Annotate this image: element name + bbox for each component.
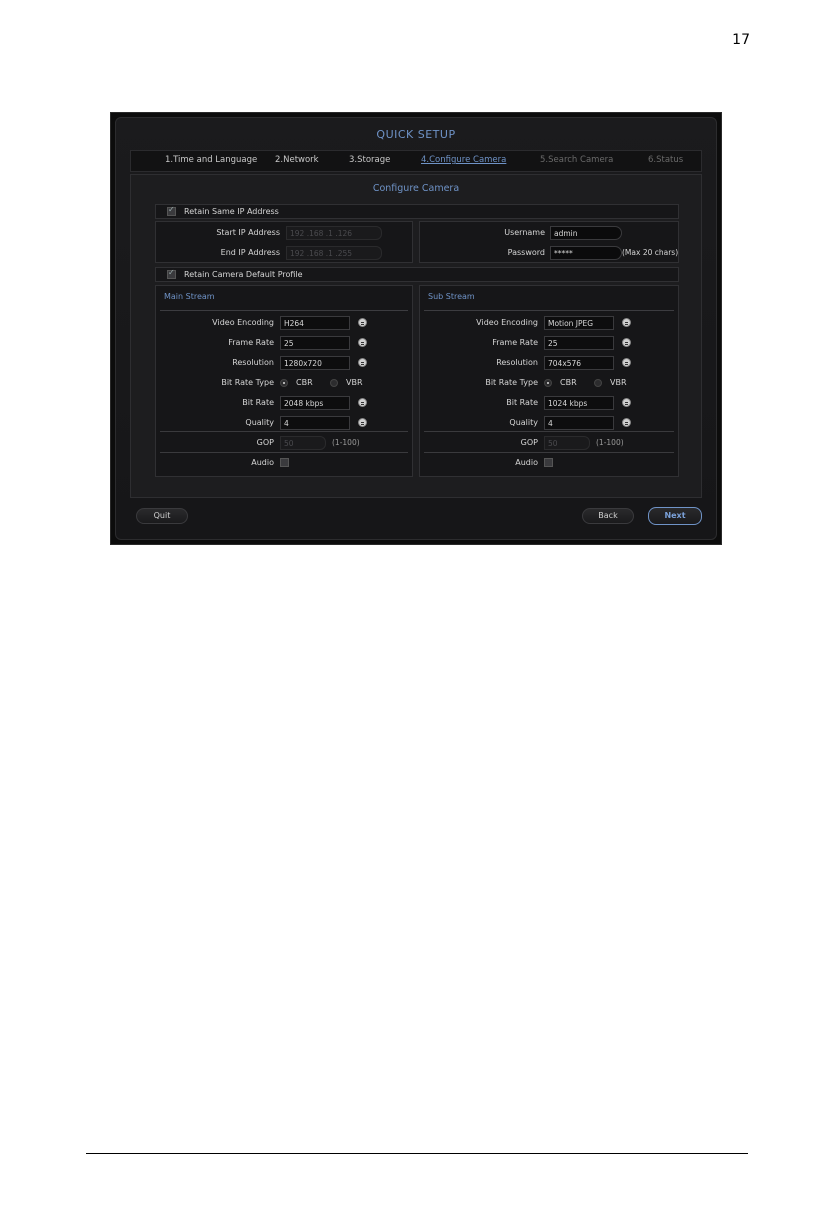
main-vbr-label: VBR — [346, 378, 363, 387]
main-stream-box: Main Stream Video Encoding H264 Frame Ra… — [155, 285, 413, 477]
sub-bit-rate-select[interactable]: 1024 kbps — [544, 396, 614, 410]
retain-ip-checkbox[interactable] — [167, 205, 176, 216]
main-frame-rate-dropdown-icon[interactable] — [358, 338, 367, 347]
main-resolution-select[interactable]: 1280x720 — [280, 356, 350, 370]
main-bit-rate-dropdown-icon[interactable] — [358, 398, 367, 407]
sub-audio-label: Audio — [515, 458, 538, 467]
sub-cbr-label: CBR — [560, 378, 577, 387]
main-stream-separator — [160, 310, 408, 311]
back-button[interactable]: Back — [582, 508, 634, 524]
password-label: Password — [507, 248, 545, 257]
retain-ip-label: Retain Same IP Address — [184, 207, 279, 216]
sub-resolution-select[interactable]: 704x576 — [544, 356, 614, 370]
sub-cbr-radio[interactable] — [544, 379, 552, 387]
main-bit-rate-label: Bit Rate — [242, 398, 274, 407]
sub-bit-rate-label: Bit Rate — [506, 398, 538, 407]
end-ip-label: End IP Address — [220, 248, 280, 257]
sub-bit-rate-type-label: Bit Rate Type — [485, 378, 538, 387]
ip-range-box: Start IP Address 192 .168 .1 .126 End IP… — [155, 221, 413, 263]
sub-audio-checkbox[interactable] — [544, 458, 553, 467]
main-audio-checkbox[interactable] — [280, 458, 289, 467]
sub-bit-rate-dropdown-icon[interactable] — [622, 398, 631, 407]
step-network[interactable]: 2.Network — [275, 155, 319, 165]
credentials-box: Username admin Password ***** (Max 20 ch… — [419, 221, 679, 263]
sub-resolution-dropdown-icon[interactable] — [622, 358, 631, 367]
sub-video-encoding-select[interactable]: Motion JPEG — [544, 316, 614, 330]
sub-gop-separator — [424, 431, 674, 432]
sub-gop-field[interactable]: 50 — [544, 436, 590, 450]
sub-vbr-label: VBR — [610, 378, 627, 387]
quick-setup-window: QUICK SETUP 1.Time and Language 2.Networ… — [110, 112, 722, 545]
sub-gop-range: (1-100) — [596, 438, 624, 447]
main-bit-rate-type-label: Bit Rate Type — [221, 378, 274, 387]
sub-gop-label: GOP — [520, 438, 538, 447]
main-vbr-radio[interactable] — [330, 379, 338, 387]
username-label: Username — [504, 228, 545, 237]
main-gop-range: (1-100) — [332, 438, 360, 447]
step-status[interactable]: 6.Status — [648, 155, 683, 165]
password-hint: (Max 20 chars) — [622, 248, 679, 257]
step-search-camera[interactable]: 5.Search Camera — [540, 155, 613, 165]
main-cbr-label: CBR — [296, 378, 313, 387]
main-gop-field[interactable]: 50 — [280, 436, 326, 450]
username-field[interactable]: admin — [550, 226, 622, 240]
step-configure-camera[interactable]: 4.Configure Camera — [421, 155, 506, 165]
main-resolution-label: Resolution — [232, 358, 274, 367]
step-time-language[interactable]: 1.Time and Language — [165, 155, 257, 165]
main-bit-rate-select[interactable]: 2048 kbps — [280, 396, 350, 410]
retain-profile-label: Retain Camera Default Profile — [184, 270, 303, 279]
step-bar: 1.Time and Language 2.Network 3.Storage … — [130, 150, 702, 172]
footer-rule — [86, 1153, 748, 1154]
configure-camera-panel: Configure Camera Retain Same IP Address … — [130, 174, 702, 498]
sub-audio-separator — [424, 452, 674, 453]
retain-profile-checkbox[interactable] — [167, 268, 176, 279]
main-quality-label: Quality — [245, 418, 274, 427]
main-stream-title: Main Stream — [164, 292, 215, 301]
next-button[interactable]: Next — [648, 507, 702, 525]
main-video-encoding-dropdown-icon[interactable] — [358, 318, 367, 327]
sub-frame-rate-dropdown-icon[interactable] — [622, 338, 631, 347]
sub-vbr-radio[interactable] — [594, 379, 602, 387]
end-ip-field[interactable]: 192 .168 .1 .255 — [286, 246, 382, 260]
sub-frame-rate-select[interactable]: 25 — [544, 336, 614, 350]
main-frame-rate-label: Frame Rate — [228, 338, 274, 347]
retain-ip-row: Retain Same IP Address — [155, 204, 679, 219]
password-field[interactable]: ***** — [550, 246, 622, 260]
main-audio-label: Audio — [251, 458, 274, 467]
sub-quality-dropdown-icon[interactable] — [622, 418, 631, 427]
page-number: 17 — [732, 32, 750, 48]
main-quality-dropdown-icon[interactable] — [358, 418, 367, 427]
main-video-encoding-label: Video Encoding — [212, 318, 274, 327]
sub-quality-label: Quality — [509, 418, 538, 427]
retain-profile-row: Retain Camera Default Profile — [155, 267, 679, 282]
main-audio-separator — [160, 452, 408, 453]
quit-button[interactable]: Quit — [136, 508, 188, 524]
main-resolution-dropdown-icon[interactable] — [358, 358, 367, 367]
sub-resolution-label: Resolution — [496, 358, 538, 367]
step-storage[interactable]: 3.Storage — [349, 155, 390, 165]
window-title: QUICK SETUP — [376, 128, 456, 141]
main-cbr-radio[interactable] — [280, 379, 288, 387]
window-panel: QUICK SETUP 1.Time and Language 2.Networ… — [115, 117, 717, 540]
start-ip-label: Start IP Address — [216, 228, 280, 237]
sub-stream-separator — [424, 310, 674, 311]
sub-video-encoding-label: Video Encoding — [476, 318, 538, 327]
sub-stream-title: Sub Stream — [428, 292, 475, 301]
main-video-encoding-select[interactable]: H264 — [280, 316, 350, 330]
sub-video-encoding-dropdown-icon[interactable] — [622, 318, 631, 327]
sub-stream-box: Sub Stream Video Encoding Motion JPEG Fr… — [419, 285, 679, 477]
main-gop-separator — [160, 431, 408, 432]
configure-camera-title: Configure Camera — [372, 183, 460, 194]
sub-quality-select[interactable]: 4 — [544, 416, 614, 430]
sub-frame-rate-label: Frame Rate — [492, 338, 538, 347]
main-frame-rate-select[interactable]: 25 — [280, 336, 350, 350]
main-quality-select[interactable]: 4 — [280, 416, 350, 430]
main-gop-label: GOP — [256, 438, 274, 447]
start-ip-field[interactable]: 192 .168 .1 .126 — [286, 226, 382, 240]
